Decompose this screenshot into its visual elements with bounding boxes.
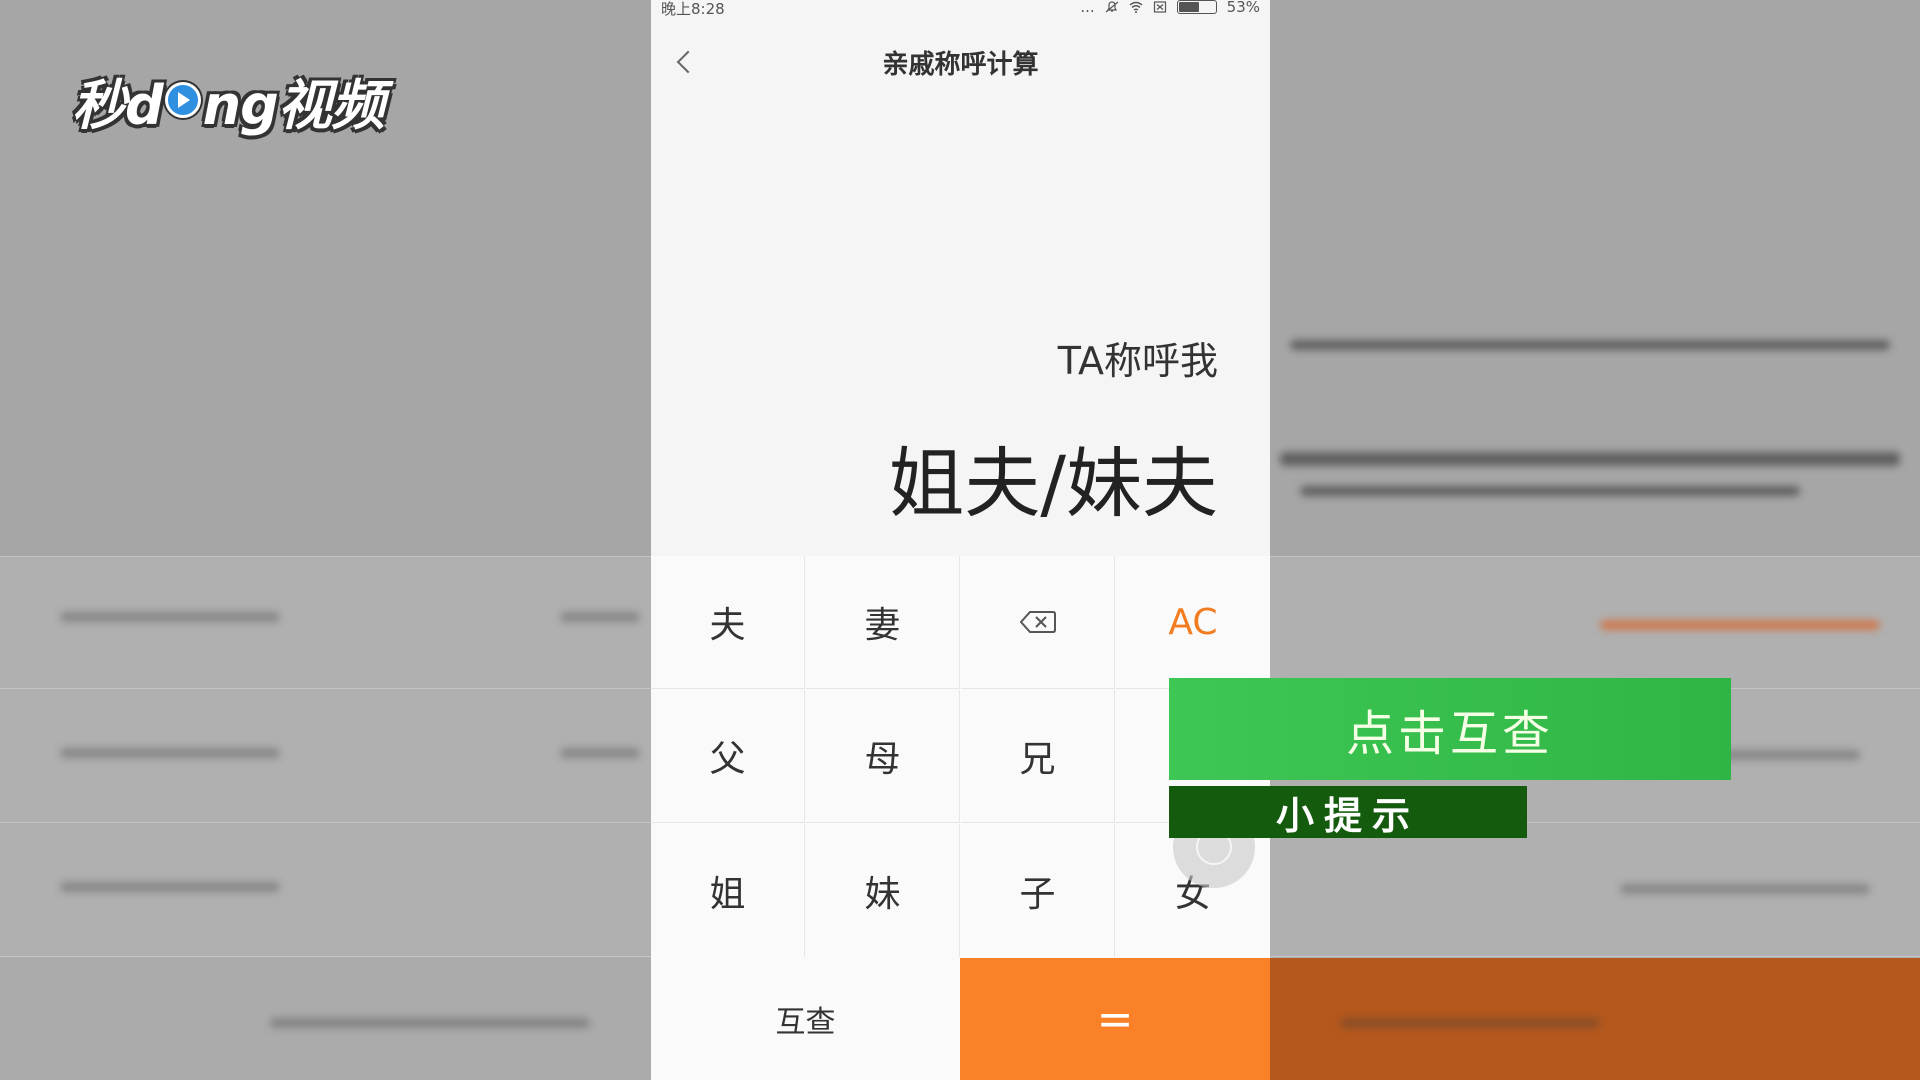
logo-text-left: 秒d xyxy=(72,73,164,137)
background-streak xyxy=(60,882,280,892)
more-icon: ... xyxy=(1080,0,1095,16)
logo-text-right: ng视频 xyxy=(202,73,385,137)
mute-icon xyxy=(1105,1,1119,13)
equals-button[interactable]: = xyxy=(960,958,1270,1080)
background-streak xyxy=(1600,620,1880,630)
background-streak xyxy=(60,612,280,622)
hint-tag: 小提示 xyxy=(1169,786,1527,838)
background-streak xyxy=(560,612,640,622)
result-value: 姐夫/妹夫 xyxy=(888,439,1218,528)
background-streak xyxy=(1280,452,1900,466)
background-streak xyxy=(1620,884,1870,894)
battery-percent: 53% xyxy=(1226,0,1260,16)
background-streak xyxy=(1340,1018,1600,1028)
status-time: 晚上8:28 xyxy=(661,0,725,18)
result-label: TA称呼我 xyxy=(1057,339,1218,383)
key-elder-brother[interactable]: 兄 xyxy=(961,690,1115,823)
key-younger-sister[interactable]: 妹 xyxy=(806,824,960,957)
key-elder-sister[interactable]: 姐 xyxy=(651,824,805,957)
wifi-icon xyxy=(1129,1,1143,13)
mutual-check-button[interactable]: 互查 xyxy=(651,958,960,1080)
backspace-icon xyxy=(1019,611,1056,633)
background-streak xyxy=(1300,486,1800,496)
background-streak xyxy=(270,1018,590,1028)
status-icons: ... 53% xyxy=(1080,0,1260,16)
hint-banner: 点击互查 xyxy=(1169,678,1731,780)
no-sim-icon xyxy=(1153,1,1166,13)
key-wife[interactable]: 妻 xyxy=(806,556,960,689)
phone-screen: 晚上8:28 ... 53% 亲戚称呼计算 TA称呼我 姐夫/妹夫 夫 妻 AC… xyxy=(651,0,1270,1080)
key-father[interactable]: 父 xyxy=(651,690,805,823)
status-bar: 晚上8:28 ... 53% xyxy=(651,0,1270,18)
battery-icon xyxy=(1176,0,1217,14)
key-son[interactable]: 子 xyxy=(961,824,1115,957)
backspace-button[interactable] xyxy=(961,556,1115,689)
key-mother[interactable]: 母 xyxy=(806,690,960,823)
background-streak xyxy=(1290,340,1890,350)
play-icon xyxy=(164,82,201,118)
background-streak xyxy=(560,748,640,758)
background-streak xyxy=(60,748,280,758)
key-husband[interactable]: 夫 xyxy=(651,556,805,689)
clear-all-button[interactable]: AC xyxy=(1116,556,1270,689)
page-title: 亲戚称呼计算 xyxy=(882,50,1039,80)
logo: 秒d ng视频 xyxy=(72,60,385,140)
